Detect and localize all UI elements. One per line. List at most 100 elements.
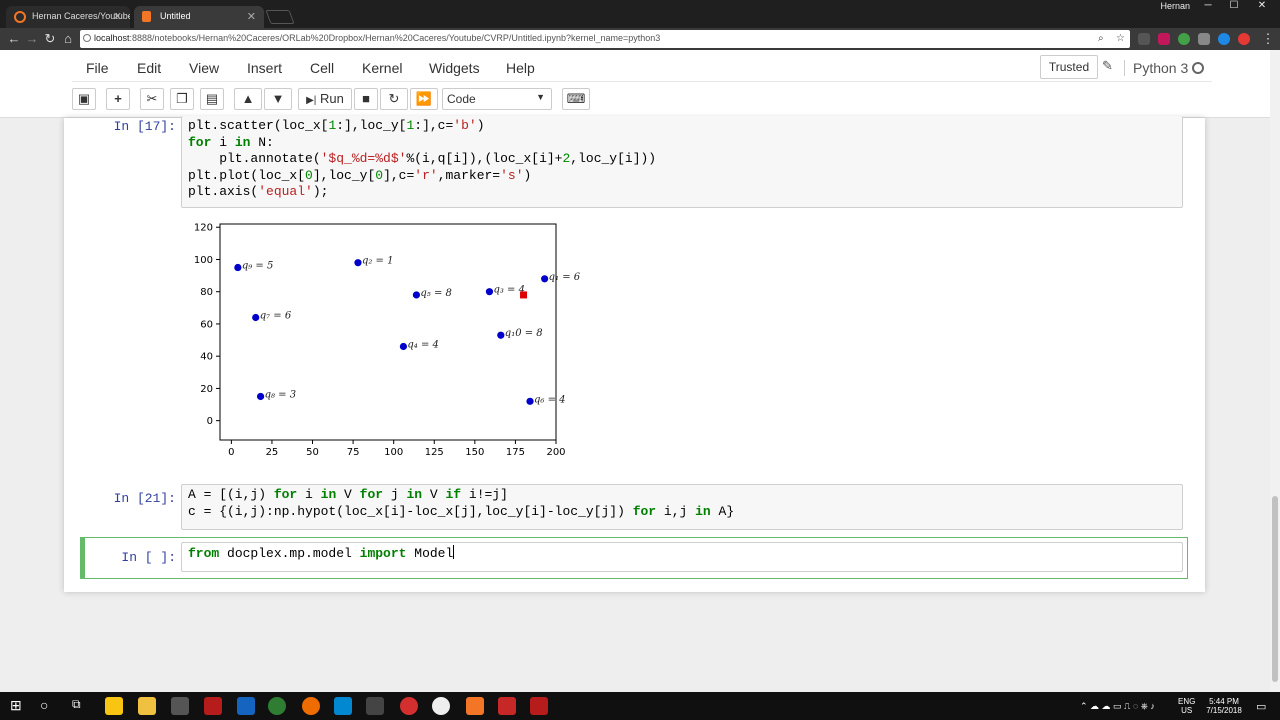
clock-date: 7/15/2018 (1206, 706, 1242, 715)
language-indicator[interactable]: ENG US (1178, 697, 1195, 715)
x-tick-label: 175 (506, 447, 525, 458)
trusted-indicator[interactable]: Trusted (1040, 55, 1098, 79)
data-point (234, 263, 242, 272)
insert-cell-icon[interactable]: + (106, 88, 130, 110)
move-up-icon[interactable]: ▲ (234, 88, 262, 110)
app-icon[interactable] (432, 697, 450, 715)
jupyter-page: File Edit View Insert Cell Kernel Widget… (0, 50, 1270, 692)
menu-cell[interactable]: Cell (310, 60, 334, 76)
profile-name[interactable]: Hernan (1160, 1, 1190, 11)
browser-tab-untitled[interactable]: Untitled ✕ (134, 6, 264, 28)
cell-prompt: In [17]: (113, 119, 176, 134)
notebook-toolbar: ▣ + ✂ ❐ ▤ ▲ ▼ ▶| Run ■ ↻ ⏩ Code ▼ ⌨ (72, 86, 1212, 114)
code-cell-17[interactable]: plt.scatter(loc_x[1:],loc_y[1:],c='b') f… (181, 116, 1183, 208)
back-icon[interactable]: ← (6, 31, 22, 47)
info-icon[interactable] (83, 34, 91, 42)
x-tick-label: 150 (465, 447, 484, 458)
copy-icon[interactable]: ❐ (170, 88, 194, 110)
keyboard-icon[interactable]: ⌨ (562, 88, 590, 110)
x-tick-label: 100 (384, 447, 403, 458)
app-icon[interactable] (105, 697, 123, 715)
minimize-icon[interactable]: ─ (1196, 0, 1220, 14)
extension-icon[interactable] (1158, 33, 1170, 45)
zoom-icon[interactable]: ⌕ (1098, 33, 1104, 44)
close-window-icon[interactable]: ✕ (1250, 0, 1274, 14)
app-icon[interactable] (204, 697, 222, 715)
browser-tab-youtube[interactable]: Hernan Caceres/Youtube ✕ (6, 6, 130, 28)
home-icon[interactable]: ⌂ (60, 31, 76, 47)
maximize-icon[interactable]: ☐ (1222, 0, 1246, 14)
task-view-icon[interactable]: ⧉ (72, 697, 90, 715)
extension-icon[interactable] (1178, 33, 1190, 45)
url-path: :8888/notebooks/Hernan%20Caceres/ORLab%2… (129, 33, 661, 43)
opera-icon[interactable] (400, 697, 418, 715)
address-bar[interactable]: localhost:8888/notebooks/Hernan%20Cacere… (80, 30, 1130, 48)
menu-icon[interactable]: ⋮ (1260, 31, 1276, 47)
file-explorer-icon[interactable] (138, 697, 156, 715)
restart-icon[interactable]: ↻ (380, 88, 408, 110)
menu-view[interactable]: View (189, 60, 219, 76)
code-line: c = {(i,j):np.hypot(loc_x[i]-loc_x[j],lo… (188, 503, 735, 519)
paste-icon[interactable]: ▤ (200, 88, 224, 110)
cut-icon[interactable]: ✂ (140, 88, 164, 110)
bookmark-star-icon[interactable]: ☆ (1116, 33, 1125, 44)
chrome-icon[interactable] (268, 697, 286, 715)
run-label: Run (320, 91, 344, 106)
menu-kernel[interactable]: Kernel (362, 60, 402, 76)
new-tab-button[interactable] (265, 10, 295, 24)
firefox-icon[interactable] (302, 697, 320, 715)
jupyter-icon[interactable] (466, 697, 484, 715)
page-scrollbar[interactable] (1270, 50, 1280, 692)
close-icon[interactable]: ✕ (247, 10, 256, 23)
data-point (485, 288, 494, 296)
pdf-icon[interactable] (530, 697, 548, 715)
data-point (412, 291, 421, 299)
menu-widgets[interactable]: Widgets (429, 60, 480, 76)
menu-help[interactable]: Help (506, 60, 535, 76)
cell-type-select[interactable]: Code ▼ (442, 88, 552, 110)
code-cell-21[interactable]: A = [(i,j) for i in V for j in V if i!=j… (181, 484, 1183, 530)
menu-file[interactable]: File (86, 60, 109, 76)
extension-icon[interactable] (1218, 33, 1230, 45)
run-button[interactable]: ▶| Run (298, 88, 352, 110)
extension-icon[interactable] (1238, 33, 1250, 45)
close-icon[interactable]: ✕ (113, 10, 122, 23)
restart-run-all-icon[interactable]: ⏩ (410, 88, 438, 110)
app-icon[interactable] (171, 697, 189, 715)
notification-icon[interactable]: ▭ (1256, 700, 1266, 713)
y-tick-label: 80 (200, 287, 213, 298)
menu-insert[interactable]: Insert (247, 60, 282, 76)
depot-marker (520, 291, 528, 299)
extension-icon[interactable] (1138, 33, 1150, 45)
lang-bottom: US (1181, 706, 1193, 715)
powerpoint-icon[interactable] (498, 697, 516, 715)
code-line: plt.scatter(loc_x[1:],loc_y[1:],c='b') (188, 118, 485, 133)
pencil-icon[interactable]: ✎ (1102, 58, 1113, 74)
tab-title: Untitled (160, 11, 191, 21)
move-down-icon[interactable]: ▼ (264, 88, 292, 110)
app-icon[interactable] (334, 697, 352, 715)
reload-icon[interactable]: ↻ (42, 31, 58, 47)
windows-start-icon[interactable]: ⊞ (10, 697, 28, 715)
point-annotation: q₄ = 4 (407, 340, 439, 351)
data-point (497, 331, 505, 339)
kernel-name: Python 3 (1124, 60, 1188, 76)
interrupt-icon[interactable]: ■ (354, 88, 378, 110)
code-cell-active[interactable]: from docplex.mp.model import Model (181, 542, 1183, 572)
y-tick-label: 100 (194, 255, 213, 266)
save-icon[interactable]: ▣ (72, 88, 96, 110)
search-icon[interactable]: ○ (40, 697, 58, 715)
menu-edit[interactable]: Edit (137, 60, 161, 76)
tray-icons[interactable]: ⌃ ☁ ☁ ▭ ⎍ ◌ ⎈ ♪ (1080, 701, 1155, 712)
calendar-icon[interactable] (237, 697, 255, 715)
extension-icon[interactable] (1198, 33, 1210, 45)
text-cursor (453, 545, 455, 559)
scrollbar-thumb[interactable] (1272, 496, 1278, 682)
terminal-icon[interactable] (366, 697, 384, 715)
menubar: File Edit View Insert Cell Kernel Widget… (72, 52, 1212, 82)
forward-icon[interactable]: → (24, 31, 40, 47)
jupyter-header: File Edit View Insert Cell Kernel Widget… (0, 50, 1270, 118)
point-annotation: q₆ = 4 (534, 394, 566, 405)
y-tick-label: 40 (200, 352, 213, 363)
clock[interactable]: 5:44 PM 7/15/2018 (1202, 697, 1246, 715)
